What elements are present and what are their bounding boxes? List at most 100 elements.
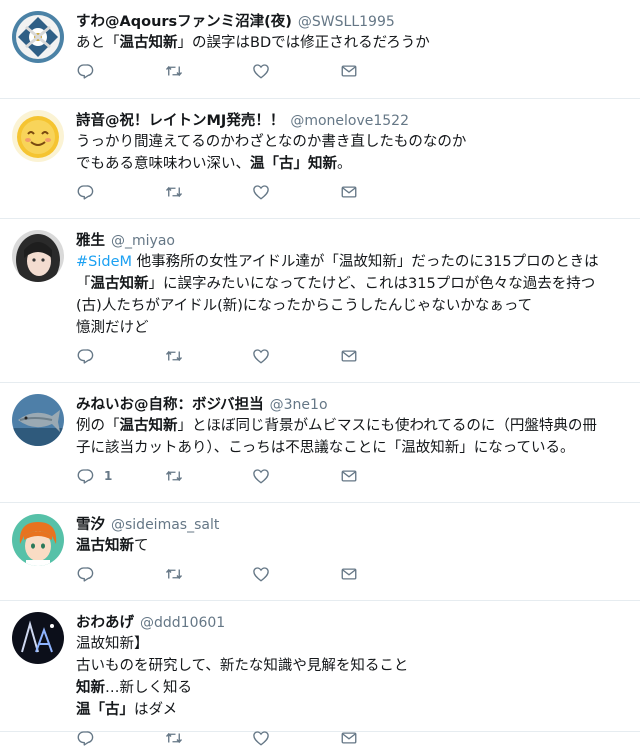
highlighted-term: 温古知新 (119, 418, 178, 434)
highlighted-term: 温古知新 (119, 35, 178, 51)
direct-message-button[interactable] (340, 183, 428, 201)
text-segment: 「 (76, 276, 91, 292)
retweet-button[interactable] (164, 347, 252, 365)
reply-button[interactable] (76, 62, 164, 80)
avatar[interactable] (12, 612, 64, 664)
reply-button[interactable]: 1 (76, 467, 164, 485)
text-segment: 例の「 (76, 418, 120, 434)
tweet-text-line: 憶測だけど (76, 317, 630, 339)
retweet-button[interactable] (164, 565, 252, 583)
tweet-text-line: 古いものを研究して、新たな知識や見解を知ること (76, 655, 630, 677)
retweet-button[interactable] (164, 467, 252, 485)
tweet-actions (76, 54, 630, 88)
display-name[interactable]: すわ@Aqoursファンミ沼津(夜) (76, 10, 292, 31)
highlighted-term: 温古知新 (90, 276, 149, 292)
tweet-header: 詩音@祝！レイトンMJ発売！！ @monelove1522 (76, 109, 630, 129)
dm-icon (340, 467, 358, 485)
dm-icon (340, 62, 358, 80)
reply-button[interactable] (76, 347, 164, 365)
user-handle[interactable]: @monelove1522 (290, 113, 409, 129)
tweet-text: 温古知新て (76, 535, 630, 557)
text-segment: 憶測だけど (76, 320, 149, 336)
like-button[interactable] (252, 467, 340, 485)
text-segment: 子に該当カットあり）、こっちは不思議なことに「温故知新」になっている。 (76, 440, 575, 456)
highlighted-term: 温「古」 (76, 702, 134, 718)
text-segment: 」に誤字みたいになってたけど、これは315プロが色々な過去を持つ (148, 276, 596, 292)
user-handle[interactable]: @_miyao (111, 233, 175, 249)
tweet-text: うっかり間違えてるのかわざとなのか書き直したものなのか でもある意味味わい深い、温… (76, 131, 630, 175)
like-button[interactable] (252, 347, 340, 365)
direct-message-button[interactable] (340, 565, 428, 583)
avatar[interactable] (12, 394, 64, 446)
reply-button[interactable] (76, 565, 164, 583)
highlighted-term: 温古知新 (76, 538, 134, 554)
tweet-header: おわあげ @ddd10601 (76, 611, 630, 631)
user-handle[interactable]: @ddd10601 (140, 615, 225, 631)
retweet-icon (164, 62, 184, 80)
tweet-text-line: 温古知新て (76, 535, 630, 557)
hashtag-link[interactable]: #SideM (76, 254, 132, 270)
avatar[interactable] (12, 514, 64, 566)
reply-button[interactable] (76, 183, 164, 201)
retweet-icon (164, 467, 184, 485)
direct-message-button[interactable] (340, 62, 428, 80)
display-name[interactable]: みねいお@自称：ボジバ担当 (76, 393, 264, 414)
display-name[interactable]: 詩音@祝！レイトンMJ発売！！ (76, 109, 284, 130)
tweet[interactable]: 詩音@祝！レイトンMJ発売！！ @monelove1522 うっかり間違えてるのかわ… (0, 99, 640, 219)
tweet-text-line: #SideM 他事務所の女性アイドル達が「温故知新」だったのに315プロのときは (76, 251, 630, 273)
tweet-text-line: あと「温古知新」の誤字はBDでは修正されるだろうか (76, 32, 630, 54)
display-name[interactable]: 雪汐 (76, 513, 105, 534)
retweet-icon (164, 183, 184, 201)
text-segment: あと「 (76, 35, 120, 51)
reply-icon (76, 565, 94, 583)
reply-icon (76, 467, 94, 485)
retweet-button[interactable] (164, 62, 252, 80)
text-segment: でもある意味味わい深い、 (76, 156, 250, 172)
direct-message-button[interactable] (340, 347, 428, 365)
user-handle[interactable]: @SWSLL1995 (298, 14, 395, 30)
tweet-text: 例の「温古知新」とほぼ同じ背景がムビマスにも使われてるのに（円盤特典の冊子に該当… (76, 415, 630, 459)
tweet-actions: 1 (76, 459, 630, 493)
user-handle[interactable]: @sideimas_salt (111, 517, 219, 533)
retweet-button[interactable] (164, 183, 252, 201)
reply-icon (76, 347, 94, 365)
tweet-text-line: うっかり間違えてるのかわざとなのか書き直したものなのか (76, 131, 630, 153)
text-segment: 」とほぼ同じ背景がムビマスにも使われてるのに（円盤特典の冊 (177, 418, 597, 434)
like-button[interactable] (252, 183, 340, 201)
like-button[interactable] (252, 62, 340, 80)
tweet-feed: すわ@Aqoursファンミ沼津(夜) @SWSLL1995 あと「温古知新」の誤字は… (0, 0, 640, 746)
tweet[interactable]: すわ@Aqoursファンミ沼津(夜) @SWSLL1995 あと「温古知新」の誤字は… (0, 0, 640, 99)
display-name[interactable]: 雅生 (76, 229, 105, 250)
user-handle[interactable]: @3ne1o (270, 397, 328, 413)
like-icon (252, 347, 270, 365)
avatar[interactable] (12, 110, 64, 162)
tweet-header: 雪汐 @sideimas_salt (76, 513, 630, 533)
direct-message-button[interactable] (340, 467, 428, 485)
avatar[interactable] (12, 11, 64, 63)
like-button[interactable] (252, 565, 340, 583)
tweet-text: 温故知新】 古いものを研究して、新たな知識や見解を知ること 知新…新しく知る 温「古」… (76, 633, 630, 721)
tweet-text-line: (古)人たちがアイドル(新)になったからこうしたんじゃないかなぁって (76, 295, 630, 317)
tweet[interactable]: おわあげ @ddd10601 温故知新】 古いものを研究して、新たな知識や見解を知るこ… (0, 601, 640, 746)
avatar[interactable] (12, 230, 64, 282)
tweet-text-line: 子に該当カットあり）、こっちは不思議なことに「温故知新」になっている。 (76, 437, 630, 459)
tweet-text: あと「温古知新」の誤字はBDでは修正されるだろうか (76, 32, 630, 54)
text-segment: 他事務所の女性アイドル達が「温故知新」だったのに315プロのときは (132, 254, 599, 270)
display-name[interactable]: おわあげ (76, 611, 134, 632)
text-segment: 。 (337, 156, 352, 172)
tweet-actions (76, 175, 630, 209)
tweet-text-line: 「温古知新」に誤字みたいになってたけど、これは315プロが色々な過去を持つ (76, 273, 630, 295)
tweet-text-line: 知新…新しく知る (76, 677, 630, 699)
text-segment: 」の誤字はBDでは修正されるだろうか (177, 35, 430, 51)
like-icon (252, 62, 270, 80)
reply-count: 1 (104, 469, 113, 483)
text-segment: うっかり間違えてるのかわざとなのか書き直したものなのか (76, 134, 467, 150)
tweet[interactable]: 雪汐 @sideimas_salt 温古知新て (0, 503, 640, 601)
tweet-header: 雅生 @_miyao (76, 229, 630, 249)
reply-icon (76, 183, 94, 201)
tweet[interactable]: 雅生 @_miyao #SideM 他事務所の女性アイドル達が「温故知新」だったのに… (0, 219, 640, 383)
tweet-actions (76, 721, 630, 755)
tweet[interactable]: みねいお@自称：ボジバ担当 @3ne1o 例の「温古知新」とほぼ同じ背景がムビマスに… (0, 383, 640, 503)
highlighted-term: 知新 (76, 680, 105, 696)
tweet-actions (76, 557, 630, 591)
